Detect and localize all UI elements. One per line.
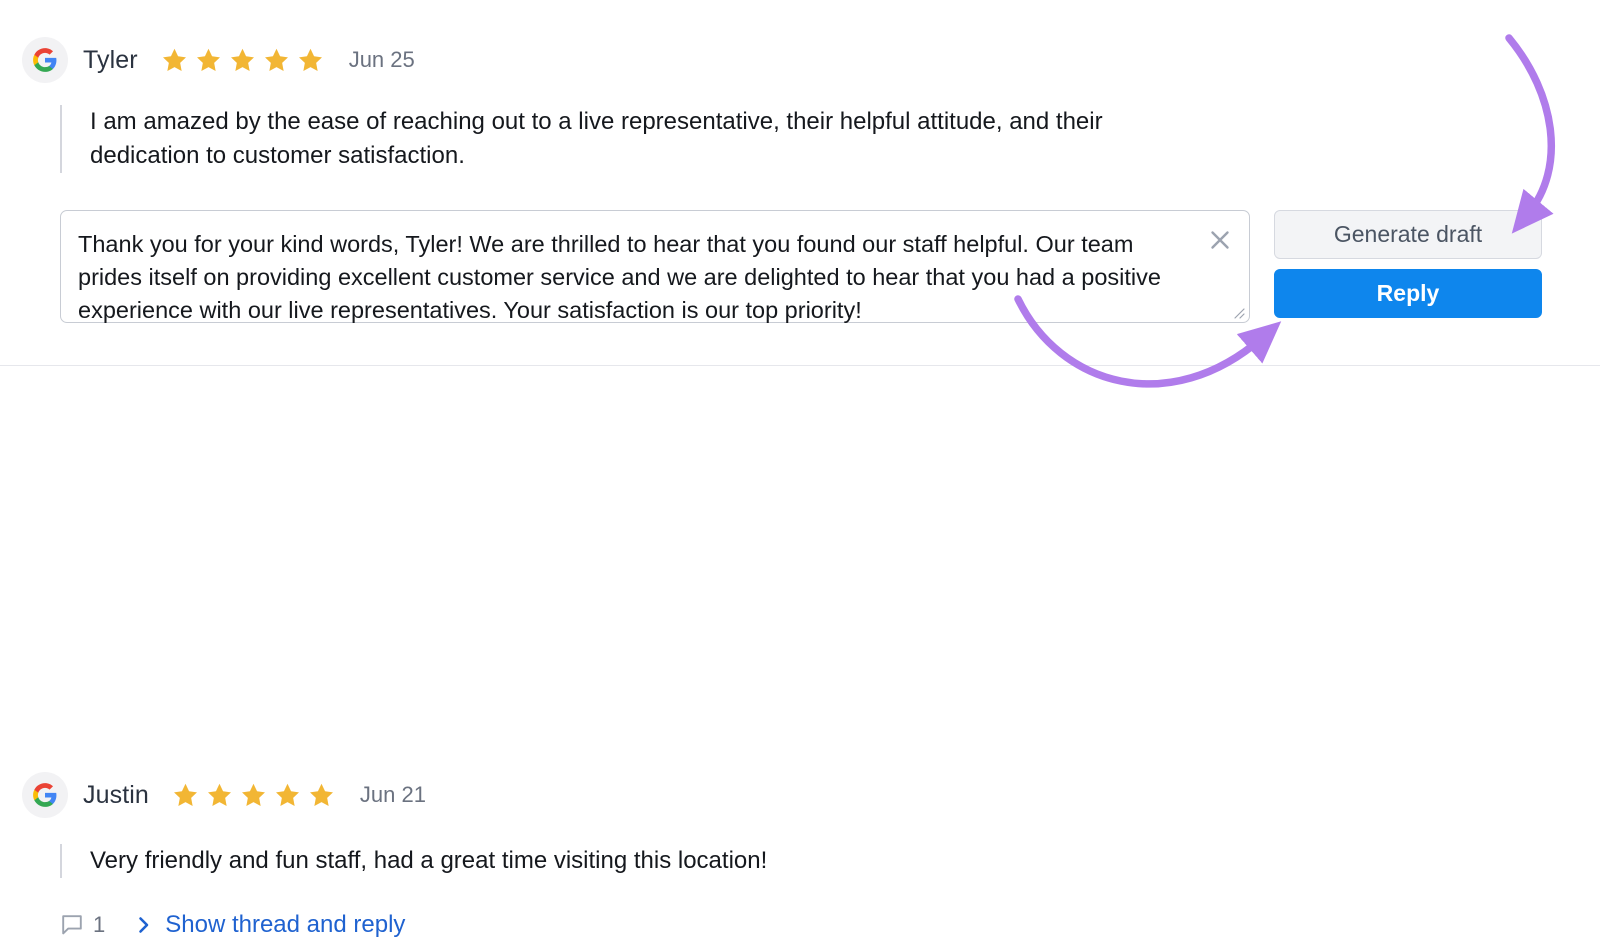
reply-draft-text: Thank you for your kind words, Tyler! We… (78, 231, 1161, 323)
google-logo-icon (22, 772, 68, 818)
review-text: I am amazed by the ease of reaching out … (90, 108, 1103, 169)
chevron-right-icon (135, 916, 153, 934)
google-logo-icon (22, 37, 68, 83)
review-author-name: Tyler (83, 45, 138, 74)
star-icon (309, 783, 333, 806)
thread-summary-row: 1 Show thread and reply (60, 909, 405, 941)
review-body: Very friendly and fun staff, had a great… (60, 844, 1210, 878)
star-icon (196, 48, 220, 71)
review-date: Jun 21 (359, 782, 426, 807)
review-card-justin: Justin Jun 21 Very friendly and fun staf… (0, 366, 1600, 938)
star-icon (241, 783, 265, 806)
star-icon (173, 783, 197, 806)
star-icon (264, 48, 288, 71)
comment-count: 1 (93, 912, 106, 937)
generate-draft-button[interactable]: Generate draft (1274, 210, 1542, 259)
star-rating (160, 46, 325, 75)
star-icon (162, 48, 186, 71)
show-thread-and-reply-link[interactable]: Show thread and reply (135, 911, 405, 939)
review-author-name: Justin (83, 780, 149, 809)
review-card-tyler: Tyler Jun 25 I am amazed by the ease of … (0, 0, 1600, 365)
star-icon (298, 48, 322, 71)
star-rating (171, 781, 336, 810)
review-header: Tyler Jun 25 (22, 37, 415, 83)
reply-editor-row: Thank you for your kind words, Tyler! We… (60, 210, 1542, 323)
thread-link-label: Show thread and reply (165, 911, 406, 938)
comment-bubble-icon (60, 913, 84, 937)
review-header: Justin Jun 21 (22, 772, 426, 818)
reviews-page: Tyler Jun 25 I am amazed by the ease of … (0, 0, 1600, 938)
review-text: Very friendly and fun staff, had a great… (90, 847, 768, 874)
reply-button[interactable]: Reply (1274, 269, 1542, 318)
close-icon[interactable] (1207, 227, 1233, 253)
review-date: Jun 25 (348, 47, 415, 72)
star-icon (230, 48, 254, 71)
reply-action-buttons: Generate draft Reply (1274, 210, 1542, 318)
review-body: I am amazed by the ease of reaching out … (60, 105, 1210, 173)
resize-grip-icon[interactable] (1229, 303, 1245, 319)
star-icon (275, 783, 299, 806)
reply-textarea[interactable]: Thank you for your kind words, Tyler! We… (60, 210, 1250, 323)
star-icon (207, 783, 231, 806)
